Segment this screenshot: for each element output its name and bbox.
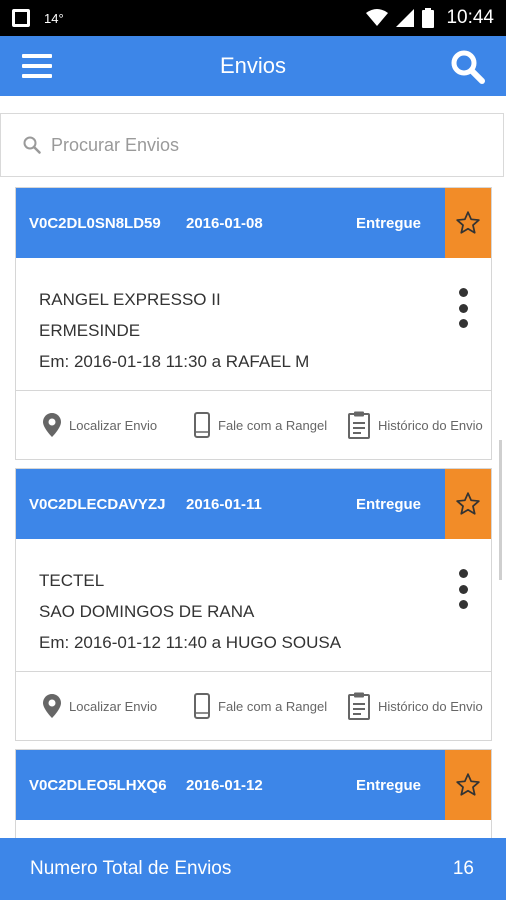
shipment-recipient: RANGEL EXPRESSO II bbox=[39, 290, 221, 309]
search-bar bbox=[0, 113, 504, 177]
favorite-star-icon[interactable] bbox=[445, 469, 491, 539]
shipment-status: Entregue bbox=[355, 776, 421, 794]
shipment-delivery: Em: 2016-01-12 11:40 a HUGO SOUSA bbox=[39, 633, 342, 652]
scrollbar[interactable] bbox=[499, 440, 502, 580]
search-icon[interactable] bbox=[450, 49, 486, 85]
signal-icon bbox=[396, 9, 415, 27]
locate-shipment-label: Localizar Envio bbox=[69, 417, 158, 433]
locate-shipment-button[interactable]: Localizar Envio bbox=[43, 694, 157, 718]
shipment-date: 2016-01-12 bbox=[186, 776, 263, 794]
shipment-code: V0C2DLECDAVYZJ bbox=[29, 495, 166, 513]
more-options-icon[interactable] bbox=[455, 569, 471, 609]
shipment-card-header[interactable]: V0C2DL0SN8LD59 2016-01-08 Entregue bbox=[16, 188, 491, 258]
total-shipments-bar: Numero Total de Envios 16 bbox=[0, 838, 506, 900]
shipment-location: ERMESINDE bbox=[39, 321, 141, 340]
contact-button[interactable]: Fale com a Rangel bbox=[194, 412, 327, 438]
favorite-star-icon[interactable] bbox=[445, 750, 491, 820]
shipment-status: Entregue bbox=[355, 214, 421, 232]
shipment-actions: Localizar Envio Fale com a Rangel Histór… bbox=[16, 672, 491, 740]
wifi-icon bbox=[366, 9, 389, 26]
shipment-recipient: TECTEL bbox=[39, 571, 105, 590]
contact-label: Fale com a Rangel bbox=[218, 417, 328, 433]
total-shipments-count: 16 bbox=[452, 858, 474, 879]
history-label: Histórico do Envio bbox=[378, 698, 483, 714]
shipment-location: SAO DOMINGOS DE RANA bbox=[39, 602, 255, 621]
status-bar: 14° 10:44 bbox=[0, 0, 506, 36]
shipment-code: V0C2DLEO5LHXQ6 bbox=[29, 776, 167, 794]
shipment-card-body[interactable]: RANGEL EXPRESSO II ERMESINDE Em: 2016-01… bbox=[16, 258, 491, 391]
more-options-icon[interactable] bbox=[455, 288, 471, 328]
contact-label: Fale com a Rangel bbox=[218, 698, 328, 714]
locate-shipment-label: Localizar Envio bbox=[69, 698, 158, 714]
page-title: Envios bbox=[219, 53, 287, 78]
shipment-card: V0C2DLECDAVYZJ 2016-01-11 Entregue TECTE… bbox=[15, 468, 492, 741]
clipboard-icon bbox=[348, 411, 370, 439]
location-pin-icon bbox=[43, 694, 61, 718]
search-input[interactable] bbox=[51, 134, 451, 156]
phone-icon bbox=[194, 412, 210, 438]
shipment-card-header[interactable]: V0C2DLEO5LHXQ6 2016-01-12 Entregue bbox=[16, 750, 491, 820]
temperature: 14° bbox=[44, 10, 64, 26]
history-label: Histórico do Envio bbox=[378, 417, 483, 433]
shipment-card-body[interactable]: TECTEL SAO DOMINGOS DE RANA Em: 2016-01-… bbox=[16, 539, 491, 672]
clipboard-icon bbox=[348, 692, 370, 720]
menu-icon[interactable] bbox=[22, 54, 52, 78]
favorite-star-icon[interactable] bbox=[445, 188, 491, 258]
shipment-card: V0C2DL0SN8LD59 2016-01-08 Entregue RANGE… bbox=[15, 187, 492, 460]
clock: 10:44 bbox=[446, 7, 494, 28]
location-pin-icon bbox=[43, 413, 61, 437]
shipment-card-header[interactable]: V0C2DLECDAVYZJ 2016-01-11 Entregue bbox=[16, 469, 491, 539]
shipment-status: Entregue bbox=[355, 495, 421, 513]
notification-icon bbox=[12, 9, 30, 27]
shipment-card: V0C2DLEO5LHXQ6 2016-01-12 Entregue bbox=[15, 749, 492, 838]
phone-icon bbox=[194, 693, 210, 719]
app-bar: Envios bbox=[0, 36, 506, 96]
shipment-actions: Localizar Envio Fale com a Rangel Histór… bbox=[16, 391, 491, 459]
contact-button[interactable]: Fale com a Rangel bbox=[194, 693, 327, 719]
shipment-date: 2016-01-08 bbox=[186, 214, 263, 232]
shipment-delivery: Em: 2016-01-18 11:30 a RAFAEL M bbox=[39, 352, 310, 371]
shipment-date: 2016-01-11 bbox=[186, 495, 262, 513]
total-shipments-label: Numero Total de Envios bbox=[30, 858, 232, 879]
history-button[interactable]: Histórico do Envio bbox=[348, 692, 483, 720]
search-field-icon bbox=[23, 136, 41, 154]
locate-shipment-button[interactable]: Localizar Envio bbox=[43, 413, 157, 437]
history-button[interactable]: Histórico do Envio bbox=[348, 411, 483, 439]
battery-icon bbox=[422, 8, 435, 28]
shipment-code: V0C2DL0SN8LD59 bbox=[29, 214, 161, 232]
